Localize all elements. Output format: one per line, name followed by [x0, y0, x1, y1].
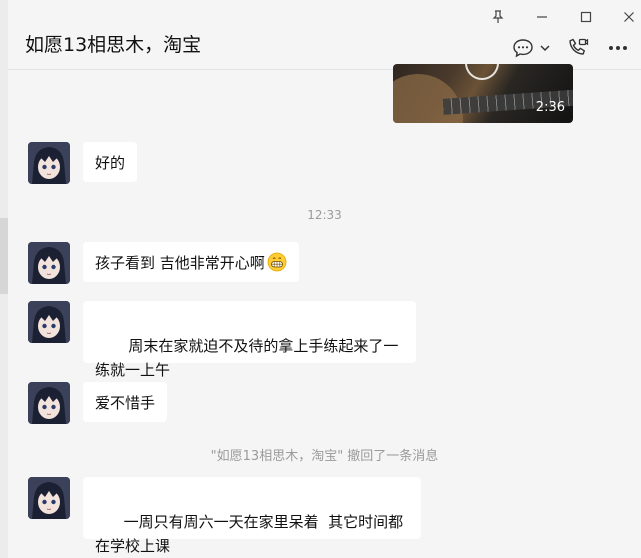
recall-notice: "如愿13相思木，淘宝" 撤回了一条消息: [210, 449, 439, 464]
message-bubble[interactable]: 周末在家就迫不及待的拿上手练起来了一练就一上午: [83, 301, 416, 379]
minimize-icon: [537, 16, 547, 18]
close-button[interactable]: [618, 6, 640, 28]
avatar-anime-girl-icon: [28, 477, 70, 519]
chat-title: 如愿13相思木，淘宝: [25, 34, 202, 56]
message-text: 爱不惜手: [95, 394, 156, 412]
avatar[interactable]: [28, 142, 70, 184]
avatar[interactable]: [28, 301, 70, 343]
avatar-anime-girl-icon: [28, 382, 70, 424]
chevron-down-icon: [540, 45, 550, 52]
chat-window: 如愿13相思木，淘宝 2:36 好的 12:33 孩子看到 吉他非常开心啊 周末…: [0, 0, 641, 558]
chat-header: 如愿13相思木，淘宝: [8, 0, 641, 70]
chat-bubble-icon: [513, 39, 533, 58]
scrollbar-thumb[interactable]: [0, 218, 8, 294]
avatar[interactable]: [28, 477, 70, 519]
message-text: 周末在家就迫不及待的拿上手练起来了一练就一上午: [95, 337, 399, 379]
message-list[interactable]: 2:36 好的 12:33 孩子看到 吉他非常开心啊 周末在家就迫不及待的拿上手…: [8, 64, 641, 558]
video-duration: 2:36: [535, 100, 565, 115]
timestamp: 12:33: [307, 208, 342, 222]
more-icon: [609, 46, 627, 50]
play-icon: [465, 64, 499, 80]
message-text: 好的: [95, 154, 126, 172]
grinning-face-icon: [267, 252, 287, 272]
video-message[interactable]: 2:36: [393, 64, 573, 123]
maximize-button[interactable]: [575, 6, 597, 28]
message-bubble[interactable]: 好的: [83, 142, 138, 182]
close-icon: [624, 12, 634, 22]
minimize-button[interactable]: [531, 6, 553, 28]
phone-video-icon: [569, 38, 589, 55]
message-text: 孩子看到 吉他非常开心啊: [95, 254, 265, 272]
avatar-anime-girl-icon: [28, 301, 70, 343]
chat-options-button[interactable]: [510, 36, 552, 60]
message-bubble[interactable]: 爱不惜手: [83, 382, 168, 422]
avatar-anime-girl-icon: [28, 242, 70, 284]
maximize-icon: [580, 11, 592, 23]
call-button[interactable]: [565, 36, 591, 60]
message-text: 一周只有周六一天在家里呆着 其它时间都在学校上课: [95, 513, 404, 555]
message-bubble[interactable]: 孩子看到 吉他非常开心啊: [83, 242, 299, 282]
pin-button[interactable]: [487, 6, 509, 28]
message-bubble[interactable]: 一周只有周六一天在家里呆着 其它时间都在学校上课: [83, 477, 421, 555]
more-options-button[interactable]: [605, 36, 631, 60]
avatar[interactable]: [28, 382, 70, 424]
avatar-anime-girl-icon: [28, 142, 70, 184]
avatar[interactable]: [28, 242, 70, 284]
left-scrollbar[interactable]: [0, 0, 8, 558]
pin-icon: [492, 10, 504, 23]
